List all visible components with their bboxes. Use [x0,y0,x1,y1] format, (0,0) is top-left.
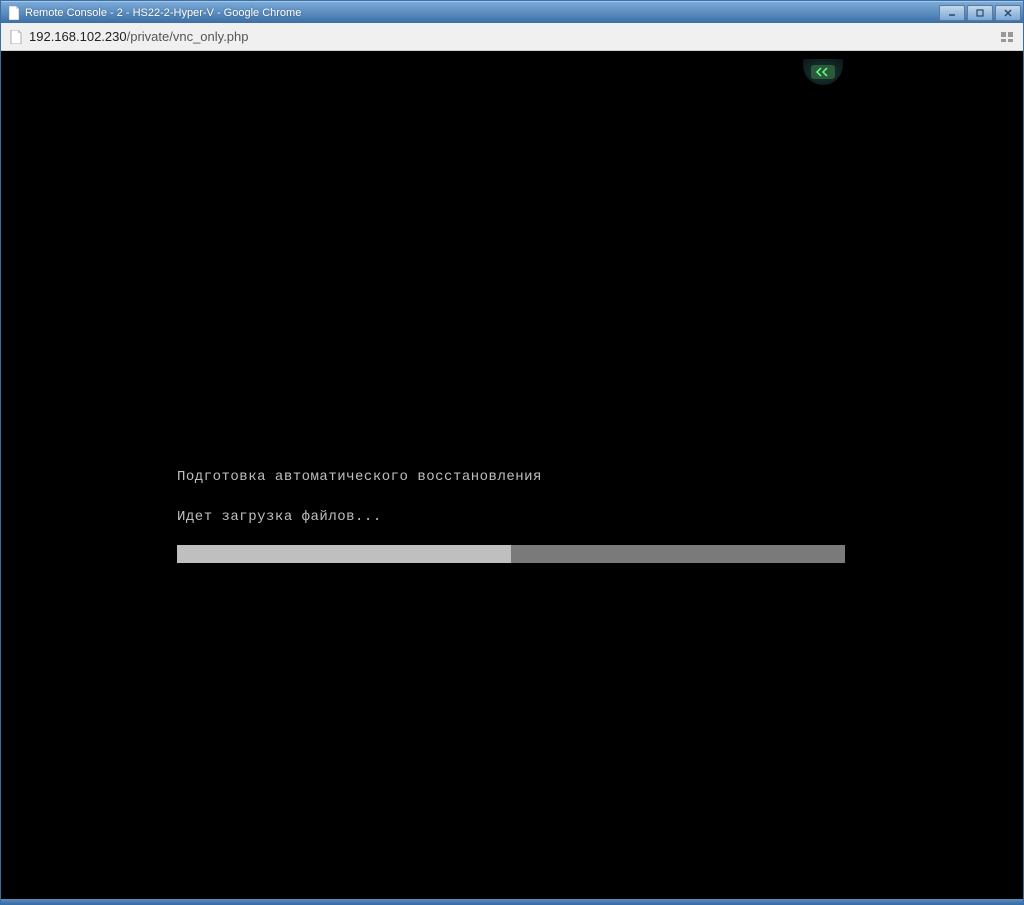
boot-status-line-1: Подготовка автоматического восстановлени… [177,469,847,485]
url-host: 192.168.102.230 [29,29,127,44]
boot-progress-fill [177,545,511,563]
document-icon [9,30,23,44]
close-button[interactable] [995,5,1021,21]
minimize-button[interactable] [939,5,965,21]
chrome-window: Remote Console - 2 - HS22-2-Hyper-V - Go… [0,0,1024,905]
boot-progress-bar [177,545,845,563]
window-border-bottom [1,899,1023,904]
url-path: /private/vnc_only.php [127,29,249,44]
address-bar[interactable]: 192.168.102.230/private/vnc_only.php [1,23,1023,51]
console-pulltab[interactable] [803,59,843,85]
page-file-icon [7,6,21,20]
maximize-button[interactable] [967,5,993,21]
remote-console-viewport[interactable]: Подготовка автоматического восстановлени… [1,51,1023,899]
collapse-icon [811,65,835,79]
window-controls [939,5,1021,21]
extension-icon[interactable] [999,30,1015,44]
window-title: Remote Console - 2 - HS22-2-Hyper-V - Go… [25,7,939,19]
url-display: 192.168.102.230/private/vnc_only.php [29,29,999,44]
titlebar[interactable]: Remote Console - 2 - HS22-2-Hyper-V - Go… [1,1,1023,23]
boot-screen: Подготовка автоматического восстановлени… [177,469,847,563]
boot-status-line-2: Идет загрузка файлов... [177,509,847,525]
